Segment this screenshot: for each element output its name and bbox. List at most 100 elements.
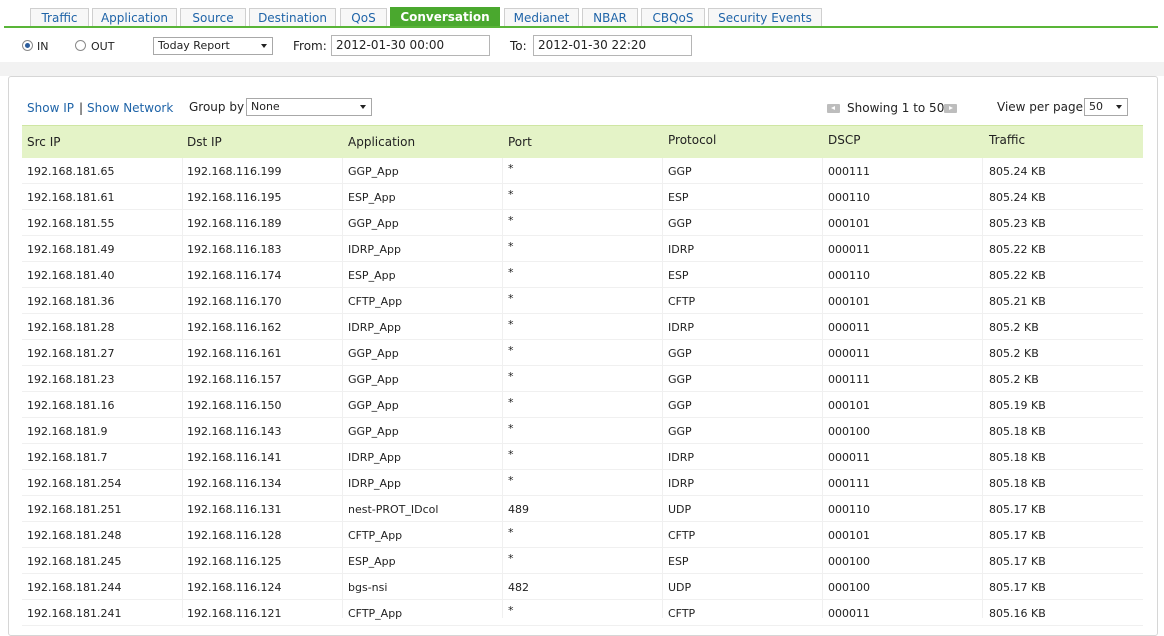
showing-count: Showing 1 to 50 bbox=[847, 101, 945, 115]
table-row[interactable]: 192.168.181.248 192.168.116.128 CFTP_App * C… bbox=[22, 522, 1143, 548]
cell-traffic: 805.17 KB bbox=[989, 529, 1046, 542]
cell-application: IDRP_App bbox=[348, 321, 401, 334]
cell-traffic: 805.16 KB bbox=[989, 607, 1046, 620]
table-row[interactable]: 192.168.181.40 192.168.116.174 ESP_App * ESP… bbox=[22, 262, 1143, 288]
tab-qos[interactable]: QoS bbox=[340, 8, 387, 27]
cell-traffic: 805.18 KB bbox=[989, 451, 1046, 464]
cell-src-ip: 192.168.181.36 bbox=[27, 295, 115, 308]
table-row[interactable]: 192.168.181.61 192.168.116.195 ESP_App * ESP… bbox=[22, 184, 1143, 210]
table-row[interactable]: 192.168.181.254 192.168.116.134 IDRP_App * I… bbox=[22, 470, 1143, 496]
cell-port: * bbox=[508, 396, 514, 409]
table-row[interactable]: 192.168.181.65 192.168.116.199 GGP_App * GGP… bbox=[22, 158, 1143, 184]
cell-port: * bbox=[508, 266, 514, 279]
tab-source[interactable]: Source bbox=[180, 8, 246, 27]
cell-protocol: GGP bbox=[668, 373, 692, 386]
report-period-select[interactable]: Today Report bbox=[153, 37, 273, 55]
table-row[interactable]: 192.168.181.28 192.168.116.162 IDRP_App * ID… bbox=[22, 314, 1143, 340]
tab-medianet[interactable]: Medianet bbox=[504, 8, 579, 27]
link-separator: | bbox=[79, 101, 84, 115]
tab-security-events[interactable]: Security Events bbox=[708, 8, 822, 27]
cell-traffic: 805.18 KB bbox=[989, 425, 1046, 438]
tab-destination[interactable]: Destination bbox=[249, 8, 336, 27]
tab-cbqos[interactable]: CBQoS bbox=[641, 8, 705, 27]
cell-src-ip: 192.168.181.49 bbox=[27, 243, 115, 256]
cell-application: GGP_App bbox=[348, 217, 399, 230]
cell-application: CFTP_App bbox=[348, 529, 403, 542]
table-row[interactable]: 192.168.181.245 192.168.116.125 ESP_App * ES… bbox=[22, 548, 1143, 574]
cell-application: IDRP_App bbox=[348, 243, 401, 256]
table-row[interactable]: 192.168.181.55 192.168.116.189 GGP_App * GGP… bbox=[22, 210, 1143, 236]
direction-out-radio[interactable] bbox=[75, 40, 86, 51]
cell-dscp: 000110 bbox=[828, 269, 870, 282]
direction-in-radio[interactable] bbox=[22, 40, 33, 51]
table-row[interactable]: 192.168.181.36 192.168.116.170 CFTP_App * CF… bbox=[22, 288, 1143, 314]
column-header-traffic[interactable]: Traffic bbox=[989, 133, 1025, 147]
cell-src-ip: 192.168.181.9 bbox=[27, 425, 108, 438]
table-row[interactable]: 192.168.181.16 192.168.116.150 GGP_App * GGP… bbox=[22, 392, 1143, 418]
column-header-dscp[interactable]: DSCP bbox=[828, 133, 860, 147]
cell-traffic: 805.22 KB bbox=[989, 243, 1046, 256]
table-row[interactable]: 192.168.181.27 192.168.116.161 GGP_App * GGP… bbox=[22, 340, 1143, 366]
view-per-page-select[interactable]: 50 bbox=[1084, 98, 1128, 116]
table-row[interactable]: 192.168.181.49 192.168.116.183 IDRP_App * ID… bbox=[22, 236, 1143, 262]
cell-application: GGP_App bbox=[348, 425, 399, 438]
cell-protocol: IDRP bbox=[668, 243, 694, 256]
report-tabs: Traffic Application Source Destination Q… bbox=[0, 0, 1164, 28]
view-per-page-value: 50 bbox=[1089, 100, 1103, 113]
table-row[interactable]: 192.168.181.7 192.168.116.141 IDRP_App * IDR… bbox=[22, 444, 1143, 470]
next-page-icon[interactable] bbox=[944, 104, 957, 113]
cell-src-ip: 192.168.181.241 bbox=[27, 607, 122, 620]
cell-dscp: 000011 bbox=[828, 607, 870, 620]
to-date-input[interactable]: 2012-01-30 22:20 bbox=[533, 35, 692, 56]
table-row[interactable]: 192.168.181.23 192.168.116.157 GGP_App * GGP… bbox=[22, 366, 1143, 392]
cell-src-ip: 192.168.181.40 bbox=[27, 269, 115, 282]
cell-dscp: 000100 bbox=[828, 581, 870, 594]
cell-application: nest-PROT_IDcol bbox=[348, 503, 439, 516]
filter-bar: IN OUT Today Report From: 2012-01-30 00:… bbox=[0, 30, 1164, 62]
show-network-link[interactable]: Show Network bbox=[87, 101, 173, 115]
tab-traffic[interactable]: Traffic bbox=[30, 8, 89, 27]
column-header-dst-ip[interactable]: Dst IP bbox=[187, 135, 222, 149]
cell-dst-ip: 192.168.116.183 bbox=[187, 243, 282, 256]
cell-dscp: 000111 bbox=[828, 373, 870, 386]
tab-nbar[interactable]: NBAR bbox=[582, 8, 638, 27]
cell-dst-ip: 192.168.116.150 bbox=[187, 399, 282, 412]
cell-protocol: ESP bbox=[668, 191, 689, 204]
cell-port: * bbox=[508, 604, 514, 617]
cell-dscp: 000101 bbox=[828, 399, 870, 412]
cell-application: GGP_App bbox=[348, 347, 399, 360]
report-period-value: Today Report bbox=[158, 39, 230, 52]
cell-dscp: 000011 bbox=[828, 243, 870, 256]
cell-application: GGP_App bbox=[348, 399, 399, 412]
previous-page-icon[interactable] bbox=[827, 104, 840, 113]
direction-in-label: IN bbox=[37, 40, 49, 53]
cell-protocol: GGP bbox=[668, 165, 692, 178]
from-date-input[interactable]: 2012-01-30 00:00 bbox=[331, 35, 490, 56]
cell-application: ESP_App bbox=[348, 555, 396, 568]
tab-application[interactable]: Application bbox=[92, 8, 177, 27]
cell-protocol: ESP bbox=[668, 555, 689, 568]
cell-port: * bbox=[508, 344, 514, 357]
cell-traffic: 805.2 KB bbox=[989, 321, 1039, 334]
cell-dst-ip: 192.168.116.141 bbox=[187, 451, 282, 464]
table-row[interactable]: 192.168.181.244 192.168.116.124 bgs-nsi 482… bbox=[22, 574, 1143, 600]
show-ip-link[interactable]: Show IP bbox=[27, 101, 74, 115]
column-header-application[interactable]: Application bbox=[348, 135, 415, 149]
cell-protocol: CFTP bbox=[668, 607, 696, 620]
cell-src-ip: 192.168.181.28 bbox=[27, 321, 115, 334]
cell-port: * bbox=[508, 474, 514, 487]
column-header-port[interactable]: Port bbox=[508, 135, 532, 149]
tab-conversation[interactable]: Conversation bbox=[390, 7, 500, 27]
group-by-select[interactable]: None bbox=[246, 98, 372, 116]
cell-port: * bbox=[508, 188, 514, 201]
cell-dst-ip: 192.168.116.195 bbox=[187, 191, 282, 204]
column-header-src-ip[interactable]: Src IP bbox=[27, 135, 60, 149]
table-header: Src IP Dst IP Application Port Protocol … bbox=[22, 125, 1143, 158]
cell-dscp: 000101 bbox=[828, 217, 870, 230]
table-row[interactable]: 192.168.181.251 192.168.116.131 nest-PROT_… bbox=[22, 496, 1143, 522]
cell-port: * bbox=[508, 318, 514, 331]
table-row[interactable]: 192.168.181.241 192.168.116.121 CFTP_App * C… bbox=[22, 600, 1143, 626]
column-header-protocol[interactable]: Protocol bbox=[668, 133, 716, 147]
cell-src-ip: 192.168.181.27 bbox=[27, 347, 115, 360]
table-row[interactable]: 192.168.181.9 192.168.116.143 GGP_App * GGP 0… bbox=[22, 418, 1143, 444]
